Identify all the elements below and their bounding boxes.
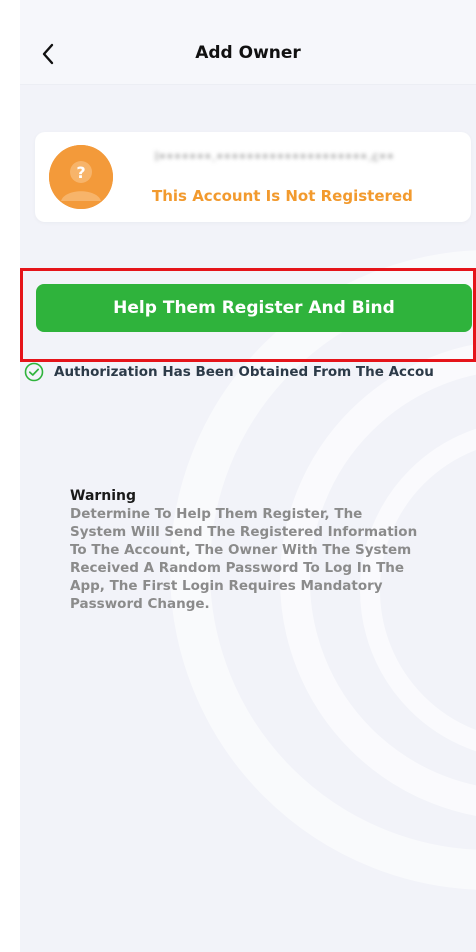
warning-section: Warning Determine To Help Them Register,… xyxy=(70,488,420,613)
question-user-icon: ? xyxy=(49,145,113,209)
page-title: Add Owner xyxy=(195,43,301,63)
check-circle-icon[interactable] xyxy=(24,362,44,382)
svg-text:?: ? xyxy=(76,163,85,182)
account-card: ? l•••••••.••••••••••••••••••••.c•• This… xyxy=(35,132,471,222)
warning-body: Determine To Help Them Register, The Sys… xyxy=(70,506,418,612)
authorization-confirmation[interactable]: Authorization Has Been Obtained From The… xyxy=(24,362,476,384)
nav-header: Add Owner xyxy=(20,0,476,85)
account-email: l•••••••.••••••••••••••••••••.c•• xyxy=(155,150,395,164)
authorization-label: Authorization Has Been Obtained From The… xyxy=(54,364,434,380)
warning-title: Warning xyxy=(70,488,137,504)
account-status: This Account Is Not Registered xyxy=(152,187,413,205)
avatar: ? xyxy=(49,145,113,209)
app-screen: Add Owner ? l•••••••.•••••••••••••••••••… xyxy=(20,0,476,952)
highlight-box xyxy=(20,268,476,362)
